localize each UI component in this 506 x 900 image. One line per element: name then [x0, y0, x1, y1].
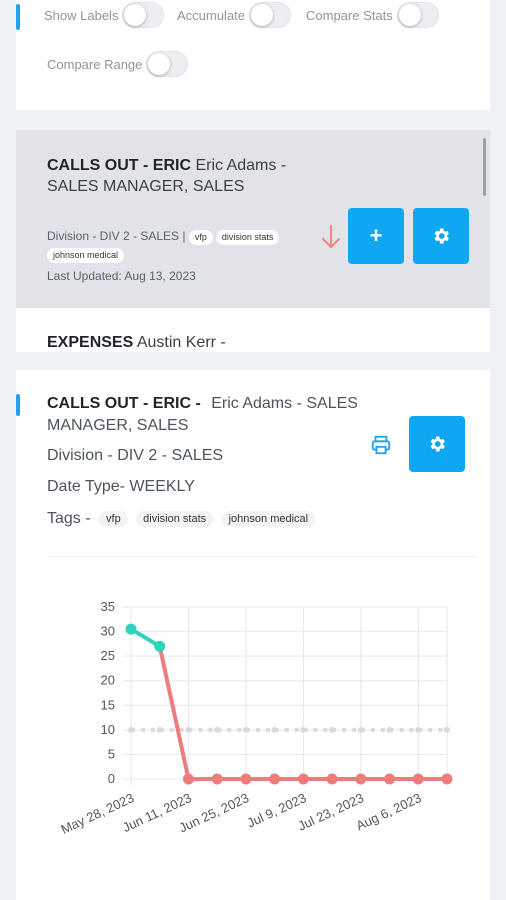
list-item-title: CALLS OUT - ERIC Eric Adams - SALES MANA… [47, 155, 287, 197]
data-point [269, 773, 281, 785]
compare-point [156, 726, 163, 733]
settings-button[interactable] [413, 208, 469, 264]
arrow-down-icon [321, 224, 341, 249]
compare-point [271, 726, 278, 733]
data-point [412, 773, 424, 785]
data-point [182, 773, 194, 785]
compare-range-toggle-row[interactable]: Compare Range [47, 51, 189, 77]
data-point [240, 773, 252, 785]
detail-division: Division - DIV 2 - SALES [47, 447, 224, 464]
data-point [384, 773, 396, 785]
detail-date-type: Date Type- WEEKLY [47, 478, 195, 495]
y-tick-label: 5 [108, 746, 115, 761]
list-item-title-bold: CALLS OUT - ERIC [47, 157, 191, 174]
compare-range-toggle[interactable] [146, 51, 189, 77]
tag-chip: division stats [136, 510, 214, 527]
stats-list[interactable]: CALLS OUT - ERIC Eric Adams - SALES MANA… [16, 130, 490, 352]
print-icon[interactable] [370, 434, 392, 456]
list-item-title-bold: EXPENSES [47, 334, 134, 351]
compare-point [214, 726, 221, 733]
detail-settings-button[interactable] [409, 416, 465, 472]
compare-stats-toggle[interactable] [396, 2, 439, 28]
data-point [125, 623, 137, 635]
compare-point [128, 726, 134, 733]
show-labels-toggle-row[interactable]: Show Labels [44, 2, 165, 28]
compare-point [444, 726, 450, 733]
gear-icon [434, 228, 449, 244]
y-tick-label: 30 [101, 624, 115, 639]
gear-icon [430, 436, 445, 452]
data-point [297, 773, 309, 785]
compare-range-label: Compare Range [47, 56, 143, 72]
accent-bar [16, 4, 20, 30]
compare-point [415, 726, 422, 733]
list-item[interactable]: CALLS OUT - ERIC Eric Adams - SALES MANA… [16, 130, 490, 308]
tag-chip: vfp [99, 510, 128, 527]
list-item-title-rest: Austin Kerr - [136, 334, 226, 351]
data-point [441, 773, 453, 785]
y-tick-label: 0 [108, 771, 115, 786]
accumulate-toggle-row[interactable]: Accumulate [177, 2, 291, 28]
list-item-next[interactable]: EXPENSES Austin Kerr - [47, 334, 226, 352]
line-chart: 05101520253035 May 28, 2023Jun 11, 2023J… [59, 599, 453, 837]
tag-chip: division stats [215, 230, 280, 245]
show-labels-label: Show Labels [44, 7, 119, 23]
compare-point [386, 726, 393, 733]
compare-point [329, 726, 336, 733]
compare-stats-toggle-row[interactable]: Compare Stats [306, 2, 439, 28]
y-tick-label: 20 [101, 673, 115, 688]
y-tick-label: 15 [101, 697, 115, 712]
tag-chip: johnson medical [221, 510, 316, 527]
last-updated: Last Updated: Aug 13, 2023 [47, 269, 196, 283]
x-tick-label: Jul 23, 2023 [296, 790, 367, 834]
compare-stats-label: Compare Stats [306, 7, 393, 23]
y-tick-label: 10 [101, 722, 115, 737]
x-tick-label: Aug 6, 2023 [354, 790, 424, 833]
detail-tags: Tags - vfp division stats johnson medica… [47, 510, 316, 528]
y-tick-label: 35 [101, 599, 115, 614]
chart-settings-card: Show Labels Accumulate Compare Stats Com… [16, 0, 490, 110]
compare-point [300, 726, 307, 733]
y-tick-label: 25 [101, 648, 115, 663]
compare-point [357, 726, 364, 733]
list-item-division-text: Division - DIV 2 - SALES | [47, 229, 186, 243]
data-point [211, 773, 223, 785]
accent-bar [16, 394, 20, 416]
divider [47, 556, 477, 557]
tag-chip: johnson medical [47, 248, 125, 263]
series-segment [157, 644, 191, 781]
compare-point [185, 726, 192, 733]
data-point [355, 773, 367, 785]
show-labels-toggle[interactable] [122, 2, 165, 28]
accumulate-toggle[interactable] [248, 2, 291, 28]
data-point [326, 773, 338, 785]
tag-chip: vfp [188, 230, 213, 245]
data-point [154, 640, 166, 652]
compare-point [242, 726, 249, 733]
detail-title-bold: CALLS OUT - ERIC - [47, 395, 201, 412]
list-item-division: Division - DIV 2 - SALES | vfp division s… [47, 227, 317, 263]
tags-label: Tags - [47, 510, 91, 527]
accumulate-label: Accumulate [177, 7, 245, 23]
add-entry-button[interactable]: + [348, 208, 404, 264]
scrollbar[interactable] [483, 138, 486, 196]
detail-title: CALLS OUT - ERIC - Eric Adams - SALES MA… [47, 393, 407, 437]
